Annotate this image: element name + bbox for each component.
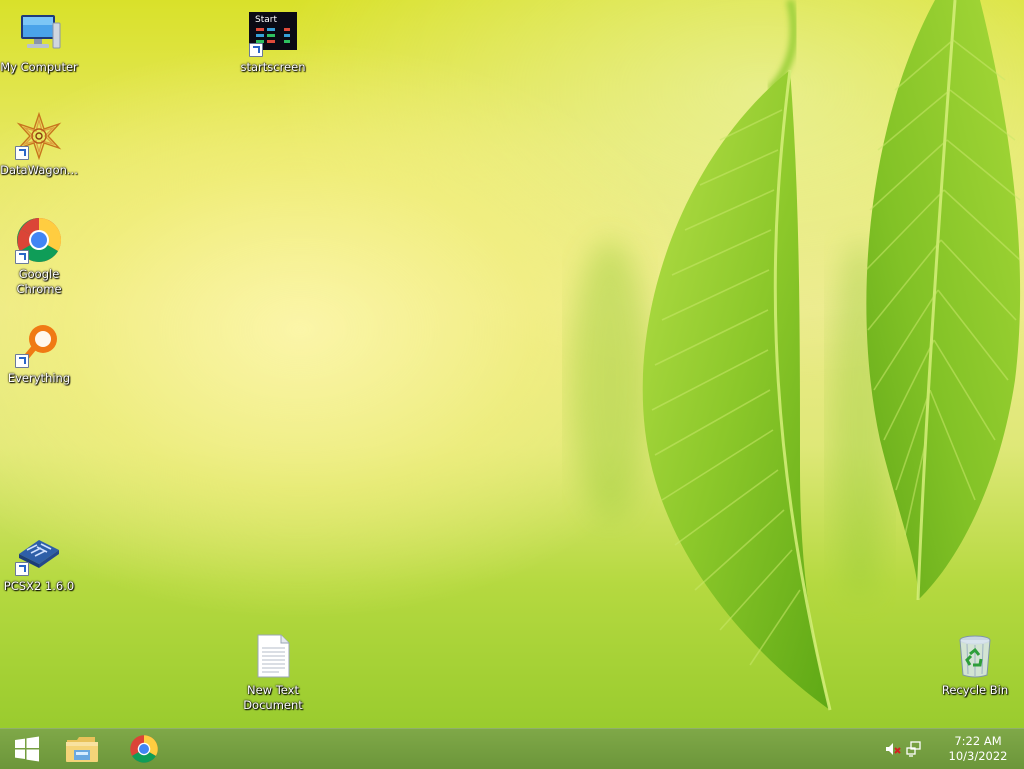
desktop-icon-label: PCSX2 1.6.0 [3, 579, 75, 593]
everything-search-icon [15, 320, 63, 368]
pcsx2-icon [15, 528, 63, 576]
volume-muted-icon[interactable] [885, 741, 901, 757]
taskbar-file-explorer-button[interactable] [54, 729, 110, 769]
start-button[interactable] [0, 729, 54, 769]
desktop-icon-label: Recycle Bin [941, 683, 1009, 697]
clock-time: 7:22 AM [954, 734, 1002, 748]
start-tiles-icon: Start [249, 9, 297, 57]
taskbar-chrome-button[interactable] [116, 729, 172, 769]
chrome-icon [15, 216, 63, 264]
text-document-icon [249, 632, 297, 680]
recycle-bin-icon [951, 632, 999, 680]
desktop-icon-recycle-bin[interactable]: Recycle Bin [935, 632, 1015, 698]
computer-icon [15, 9, 63, 57]
datawagon-icon [15, 112, 63, 160]
desktop-icon-new-text-document[interactable]: New Text Document [233, 632, 313, 713]
shortcut-arrow-icon [15, 250, 29, 264]
desktop-icon-my-computer[interactable]: My Computer [0, 9, 79, 75]
desktop-icon-google-chrome[interactable]: Google Chrome [0, 216, 79, 297]
taskbar-clock[interactable]: 7:22 AM 10/3/2022 [946, 734, 1010, 764]
shortcut-arrow-icon [15, 354, 29, 368]
shortcut-arrow-icon [15, 146, 29, 160]
desktop-icon-label: New Text Document [243, 683, 303, 712]
shortcut-arrow-icon [249, 43, 263, 57]
taskbar: 7:22 AM 10/3/2022 [0, 728, 1024, 769]
desktop-icon-pcsx2[interactable]: PCSX2 1.6.0 [0, 528, 79, 594]
desktop-icon-label: Everything [7, 371, 71, 385]
desktop-icon-label: My Computer [0, 60, 78, 74]
desktop-icon-label: startscreen [240, 60, 306, 74]
chrome-icon [130, 735, 158, 763]
shortcut-arrow-icon [15, 562, 29, 576]
desktop-icon-label: DataWagon... [0, 163, 78, 177]
windows-logo-icon [15, 736, 39, 762]
wallpaper-leaves [570, 0, 1021, 711]
desktop-icon-label: Google Chrome [16, 267, 62, 296]
system-tray: 7:22 AM 10/3/2022 [884, 729, 1024, 769]
file-explorer-icon [66, 737, 98, 762]
desktop-icon-startscreen[interactable]: Start startscreen [233, 9, 313, 75]
desktop[interactable]: My Computer Start startscreen DataWagon.… [0, 0, 1024, 728]
start-tile-text: Start [255, 15, 277, 25]
desktop-icon-datawagon[interactable]: DataWagon... [0, 112, 79, 178]
network-icon[interactable] [906, 741, 922, 757]
clock-date: 10/3/2022 [948, 749, 1008, 763]
desktop-icon-everything[interactable]: Everything [0, 320, 79, 386]
